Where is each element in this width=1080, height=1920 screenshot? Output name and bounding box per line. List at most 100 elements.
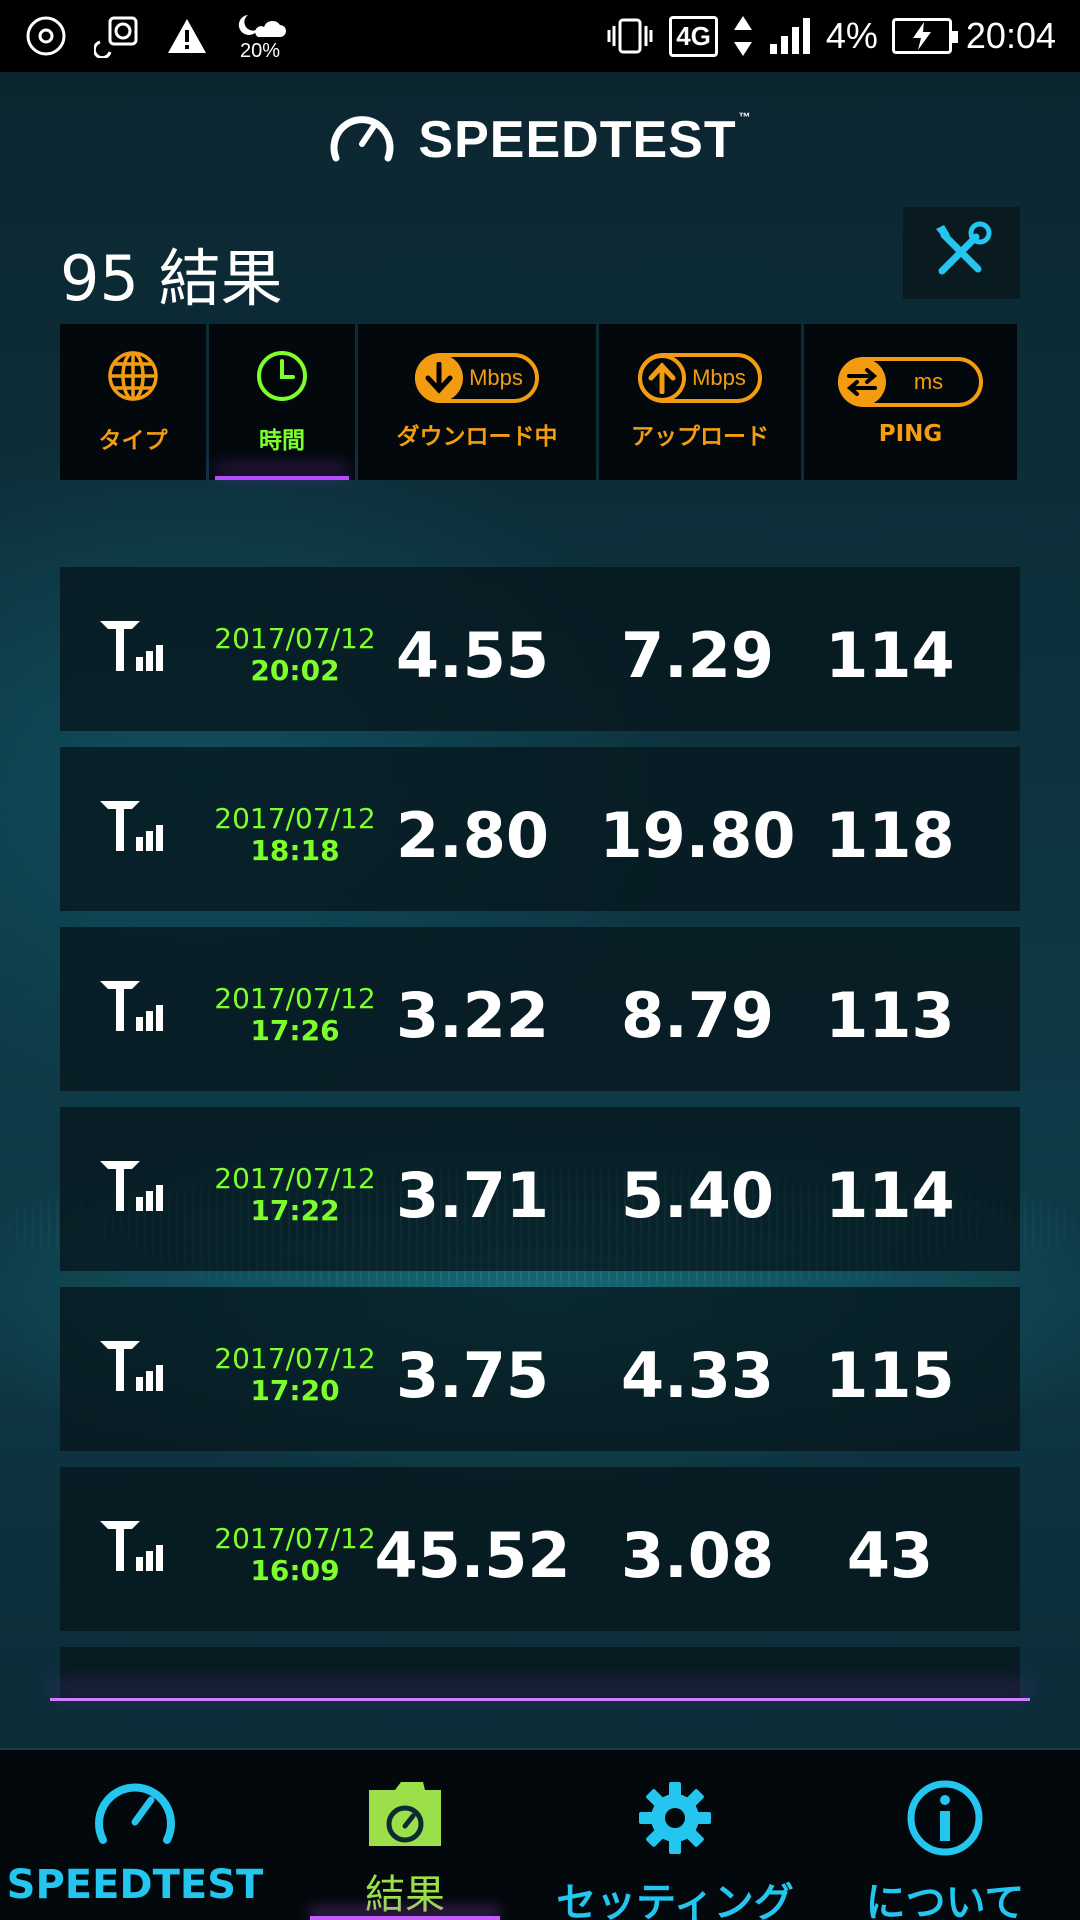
results-count: 95 結果 <box>60 242 283 315</box>
ping-value: 114 <box>825 1159 955 1232</box>
upload-unit: Mbps <box>692 365 746 390</box>
info-icon <box>905 1778 985 1862</box>
clock-icon <box>255 349 309 407</box>
result-row[interactable]: 2017/07/12 18:18 2.80 19.80 118 <box>60 747 1020 911</box>
ping-pill: ms <box>837 357 984 407</box>
result-time: 17:22 <box>250 1194 340 1228</box>
globe-icon <box>106 349 160 407</box>
download-value: 3.22 <box>396 979 549 1052</box>
sort-tab-label: タイプ <box>98 428 168 454</box>
sort-tab-download[interactable]: Mbps ダウンロード中 <box>358 324 596 480</box>
cellular-signal-icon <box>100 797 166 857</box>
result-row[interactable]: 2017/07/12 17:26 3.22 8.79 113 <box>60 927 1020 1091</box>
download-value: 3.75 <box>396 1339 549 1412</box>
download-value: 45.52 <box>374 1519 571 1592</box>
nav-label: SPEEDTEST <box>6 1862 264 1908</box>
results-folder-icon <box>363 1778 447 1854</box>
download-pill: Mbps <box>415 353 539 403</box>
result-row[interactable]: 2017/07/12 17:22 3.71 5.40 114 <box>60 1107 1020 1271</box>
result-row[interactable]: 2017/07/12 20:02 4.55 7.29 114 <box>60 567 1020 731</box>
ping-value: 114 <box>825 619 955 692</box>
result-datetime: 2017/07/12 17:22 <box>205 1162 385 1228</box>
logo-text: SPEEDTEST ™ <box>418 110 752 169</box>
cellular-signal-icon <box>100 977 166 1037</box>
sort-bar: タイプ 時間 Mbps ダウンロード中 Mbps アップロード ms PING <box>60 324 1020 480</box>
cellular-signal-icon <box>100 1337 166 1397</box>
fan-icon <box>94 14 140 58</box>
nav-settings[interactable]: セッティング <box>540 1750 810 1920</box>
result-row[interactable]: 2017/07/12 16:09 45.52 3.08 43 <box>60 1467 1020 1631</box>
result-date: 2017/07/12 <box>214 1342 376 1375</box>
nav-results[interactable]: 結果 <box>270 1750 540 1920</box>
sort-tab-upload[interactable]: Mbps アップロード <box>599 324 801 480</box>
download-value: 2.80 <box>396 799 549 872</box>
result-time: 20:02 <box>250 654 340 688</box>
ping-value: 43 <box>846 1519 934 1592</box>
wrench-screwdriver-icon <box>930 221 994 285</box>
result-date: 2017/07/12 <box>214 1522 376 1555</box>
ping-arrows-icon <box>837 358 886 406</box>
tools-button[interactable] <box>903 207 1020 299</box>
results-list: 2017/07/12 20:02 4.55 7.29 114 2017/07/1… <box>50 567 1030 1701</box>
nav-about[interactable]: について <box>810 1750 1080 1920</box>
ping-value: 118 <box>825 799 955 872</box>
result-datetime: 2017/07/12 18:18 <box>205 802 385 868</box>
weather-percent: 20% <box>239 40 281 62</box>
nav-speedtest[interactable]: SPEEDTEST <box>0 1750 270 1920</box>
nav-label: セッティング <box>556 1880 794 1920</box>
gauge-logo-icon <box>328 108 396 172</box>
moon-cloud-icon <box>234 11 286 41</box>
upload-value: 4.33 <box>621 1339 774 1412</box>
result-time: 17:26 <box>250 1014 340 1048</box>
vibrate-icon <box>605 16 655 56</box>
result-date: 2017/07/12 <box>214 982 376 1015</box>
result-row-partial[interactable] <box>50 1647 1030 1701</box>
download-unit: Mbps <box>469 365 523 390</box>
sort-tab-label: ダウンロード中 <box>396 424 558 450</box>
result-date: 2017/07/12 <box>214 622 376 655</box>
cellular-signal-icon <box>100 1517 166 1577</box>
upload-value: 8.79 <box>621 979 774 1052</box>
upload-value: 7.29 <box>621 619 774 692</box>
speedtest-logo: SPEEDTEST ™ <box>0 108 1080 172</box>
data-arrows-icon <box>732 14 754 58</box>
gear-icon <box>635 1778 715 1862</box>
status-bar: 20% 4G 4% 20:04 <box>0 0 1080 72</box>
result-datetime: 2017/07/12 17:26 <box>205 982 385 1048</box>
download-arrow-icon <box>415 354 464 402</box>
signal-icon <box>768 16 812 56</box>
result-time: 16:09 <box>250 1554 340 1588</box>
result-time: 17:20 <box>250 1374 340 1408</box>
clock-time: 20:04 <box>965 15 1056 56</box>
result-time: 18:18 <box>250 834 340 868</box>
result-datetime: 2017/07/12 16:09 <box>205 1522 385 1588</box>
bottom-navigation: SPEEDTEST 結果 セッティング について <box>0 1748 1080 1920</box>
sort-tab-label: アップロード <box>631 424 769 450</box>
warning-icon <box>166 17 208 55</box>
result-date: 2017/07/12 <box>214 1162 376 1195</box>
nav-label: 結果 <box>365 1872 445 1918</box>
upload-arrow-icon <box>638 354 687 402</box>
battery-icon <box>891 18 958 54</box>
ping-value: 113 <box>825 979 955 1052</box>
weather-indicator: 20% <box>234 11 286 61</box>
result-datetime: 2017/07/12 20:02 <box>205 622 385 688</box>
sort-tab-label: PING <box>878 421 943 447</box>
upload-value: 3.08 <box>621 1519 774 1592</box>
sort-tab-type[interactable]: タイプ <box>60 324 206 480</box>
cellular-signal-icon <box>100 617 166 677</box>
battery-percent: 4% <box>825 15 878 56</box>
network-type: 4G <box>669 15 718 57</box>
sort-tab-label: 時間 <box>259 428 305 454</box>
upload-value: 19.80 <box>599 799 796 872</box>
sort-tab-time[interactable]: 時間 <box>209 324 355 480</box>
cellular-signal-icon <box>100 1157 166 1217</box>
download-value: 4.55 <box>396 619 549 692</box>
result-date: 2017/07/12 <box>214 802 376 835</box>
sort-tab-ping[interactable]: ms PING <box>804 324 1017 480</box>
result-datetime: 2017/07/12 17:20 <box>205 1342 385 1408</box>
ping-unit: ms <box>913 369 944 394</box>
speedometer-icon <box>93 1778 177 1854</box>
upload-pill: Mbps <box>638 353 762 403</box>
result-row[interactable]: 2017/07/12 17:20 3.75 4.33 115 <box>60 1287 1020 1451</box>
